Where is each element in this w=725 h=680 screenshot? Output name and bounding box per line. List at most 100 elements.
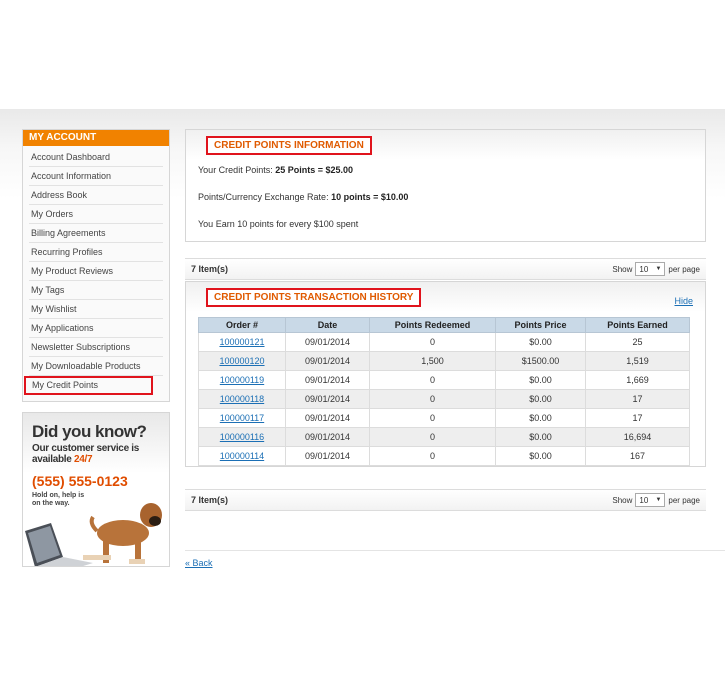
order-link[interactable]: 100000117: [220, 413, 264, 423]
order-link[interactable]: 100000114: [220, 451, 264, 461]
order-cell: 100000114: [198, 446, 286, 466]
sidebar-item-address-book[interactable]: Address Book: [29, 186, 163, 205]
earned-cell: 1,669: [585, 370, 690, 390]
earned-cell: 17: [585, 389, 690, 409]
price-cell: $0.00: [495, 408, 586, 428]
table-header-row: Order # Date Points Redeemed Points Pric…: [198, 317, 690, 333]
exchange-rate-line: Points/Currency Exchange Rate: 10 points…: [198, 192, 408, 202]
per-page-select[interactable]: 10 ▼: [635, 262, 666, 276]
exchange-rate-value: 10 points = $10.00: [331, 192, 409, 202]
sidebar-item-recurring-profiles[interactable]: Recurring Profiles: [29, 243, 163, 262]
order-link[interactable]: 100000119: [220, 375, 264, 385]
per-page-control: Show 10 ▼ per page: [612, 262, 700, 276]
table-row: 100000117 09/01/2014 0 $0.00 17: [198, 408, 690, 428]
hide-link[interactable]: Hide: [674, 296, 693, 306]
table-row: 100000119 09/01/2014 0 $0.00 1,669: [198, 370, 690, 390]
redeemed-cell: 0: [369, 427, 496, 447]
show-label: Show: [612, 264, 633, 274]
redeemed-cell: 0: [369, 389, 496, 409]
account-nav-list: Account Dashboard Account Information Ad…: [23, 146, 169, 401]
table-row: 100000121 09/01/2014 0 $0.00 25: [198, 332, 690, 352]
sidebar-item-billing-agreements[interactable]: Billing Agreements: [29, 224, 163, 243]
date-cell: 09/01/2014: [285, 351, 370, 371]
credit-points-line: Your Credit Points: 25 Points = $25.00: [198, 165, 353, 175]
order-link[interactable]: 100000118: [220, 394, 264, 404]
redeemed-cell: 0: [369, 446, 496, 466]
account-nav-title: MY ACCOUNT: [23, 130, 169, 146]
per-page-control: Show 10 ▼ per page: [612, 493, 700, 507]
price-cell: $0.00: [495, 332, 586, 352]
show-label: Show: [612, 495, 633, 505]
sidebar-item-my-wishlist[interactable]: My Wishlist: [29, 300, 163, 319]
redeemed-cell: 0: [369, 370, 496, 390]
sidebar-item-product-reviews[interactable]: My Product Reviews: [29, 262, 163, 281]
promo-title: Did you know?: [32, 422, 147, 441]
table-row: 100000114 09/01/2014 0 $0.00 167: [198, 446, 690, 466]
redeemed-cell: 1,500: [369, 351, 496, 371]
order-cell: 100000121: [198, 332, 286, 352]
redeemed-cell: 0: [369, 408, 496, 428]
order-cell: 100000120: [198, 351, 286, 371]
earned-cell: 17: [585, 408, 690, 428]
account-nav: MY ACCOUNT Account Dashboard Account Inf…: [22, 129, 170, 402]
sidebar-item-newsletter-subscriptions[interactable]: Newsletter Subscriptions: [29, 338, 163, 357]
sidebar-item-my-applications[interactable]: My Applications: [29, 319, 163, 338]
credit-points-label: Your Credit Points:: [198, 165, 276, 175]
per-page-label: per page: [668, 495, 700, 505]
item-count: 7 Item(s): [191, 264, 229, 274]
price-cell: $0.00: [495, 370, 586, 390]
price-cell: $0.00: [495, 446, 586, 466]
earned-cell: 167: [585, 446, 690, 466]
main-content: CREDIT POINTS INFORMATION Your Credit Po…: [185, 129, 706, 511]
column-header-date: Date: [285, 317, 370, 333]
sidebar: MY ACCOUNT Account Dashboard Account Inf…: [22, 129, 170, 567]
sidebar-item-my-orders[interactable]: My Orders: [29, 205, 163, 224]
per-page-value: 10: [639, 495, 649, 505]
sidebar-item-downloadable-products[interactable]: My Downloadable Products: [29, 357, 163, 376]
credit-points-info-title: CREDIT POINTS INFORMATION: [206, 136, 372, 155]
order-cell: 100000117: [198, 408, 286, 428]
date-cell: 09/01/2014: [285, 370, 370, 390]
sidebar-item-my-credit-points[interactable]: My Credit Points: [24, 376, 153, 395]
credit-points-value: 25 Points = $25.00: [275, 165, 354, 175]
sidebar-item-my-tags[interactable]: My Tags: [29, 281, 163, 300]
date-cell: 09/01/2014: [285, 332, 370, 352]
back-link[interactable]: « Back: [185, 558, 213, 568]
column-header-points-redeemed: Points Redeemed: [369, 317, 496, 333]
order-cell: 100000116: [198, 427, 286, 447]
order-link[interactable]: 100000116: [220, 432, 264, 442]
date-cell: 09/01/2014: [285, 427, 370, 447]
promo-subtitle: Our customer service is available 24/7: [32, 443, 152, 465]
date-cell: 09/01/2014: [285, 408, 370, 428]
redeemed-cell: 0: [369, 332, 496, 352]
order-cell: 100000118: [198, 389, 286, 409]
column-header-points-earned: Points Earned: [585, 317, 690, 333]
date-cell: 09/01/2014: [285, 446, 370, 466]
per-page-value: 10: [639, 264, 649, 274]
earned-cell: 25: [585, 332, 690, 352]
promo-subtitle-highlight: 24/7: [74, 454, 93, 465]
column-header-order: Order #: [198, 317, 286, 333]
transaction-history-title: CREDIT POINTS TRANSACTION HISTORY: [206, 288, 422, 307]
earned-cell: 16,694: [585, 427, 690, 447]
sidebar-item-account-information[interactable]: Account Information: [29, 167, 163, 186]
transaction-history-table: Order # Date Points Redeemed Points Pric…: [198, 317, 690, 466]
sidebar-item-account-dashboard[interactable]: Account Dashboard: [29, 148, 163, 167]
laptop-dog-illustration: [25, 503, 162, 566]
divider: [185, 550, 725, 551]
order-cell: 100000119: [198, 370, 286, 390]
earned-cell: 1,519: [585, 351, 690, 371]
order-link[interactable]: 100000120: [219, 356, 264, 366]
chevron-down-icon: ▼: [655, 266, 662, 272]
customer-service-promo: Did you know? Our customer service is av…: [22, 412, 170, 567]
earn-rate-text: You Earn 10 points for every $100 spent: [198, 219, 359, 229]
price-cell: $0.00: [495, 389, 586, 409]
exchange-rate-label: Points/Currency Exchange Rate:: [198, 192, 332, 202]
order-link[interactable]: 100000121: [219, 337, 264, 347]
per-page-select[interactable]: 10 ▼: [635, 493, 666, 507]
column-header-points-price: Points Price: [495, 317, 586, 333]
price-cell: $0.00: [495, 427, 586, 447]
credit-points-info-box: CREDIT POINTS INFORMATION Your Credit Po…: [185, 129, 706, 242]
transaction-history-box: CREDIT POINTS TRANSACTION HISTORY Hide O…: [185, 281, 706, 467]
promo-phone: (555) 555-0123: [32, 473, 128, 489]
